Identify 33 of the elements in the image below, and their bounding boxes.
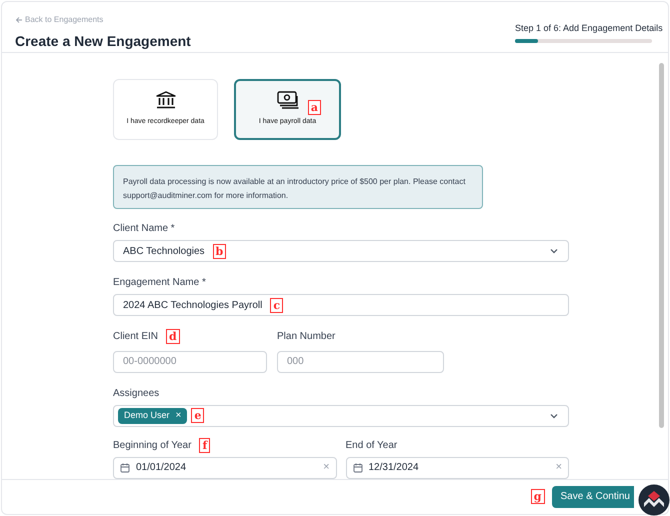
field-label: Client EIN	[113, 330, 158, 344]
field-label: Client Name *	[113, 222, 175, 236]
tag-remove-button[interactable]: ×	[176, 410, 182, 420]
banknote-icon	[276, 91, 298, 110]
tag-text: Demo User	[124, 408, 170, 422]
field-label: Beginning of Year	[113, 438, 192, 452]
callout-label: b	[212, 244, 226, 258]
engagement-name-field[interactable]: 2024 ABC Technologies Payroll c	[113, 294, 569, 316]
callout-label: e	[191, 408, 204, 423]
bank-icon	[156, 91, 176, 110]
field-label: Plan Number	[277, 330, 336, 344]
callout-label: g	[530, 489, 544, 504]
save-continue-button[interactable]: Save & Continu	[552, 486, 634, 508]
chevron-down-icon	[549, 246, 559, 256]
callout-label: d	[166, 329, 180, 344]
callout-label: a	[308, 100, 321, 115]
field-label: End of Year	[346, 438, 398, 452]
page-title: Create a New Engagement	[15, 32, 191, 51]
field-label: Assignees	[113, 386, 160, 400]
step-label: Step 1 of 6: Add Engagement Details	[515, 22, 663, 35]
calendar-icon	[352, 462, 362, 472]
date-field[interactable]: 01/01/2024 ×	[113, 456, 336, 478]
info-notice: Payroll data processing is now available at an introductory price of $500 per plan. Please contact support@auditminer.com for more information.	[113, 165, 483, 209]
callout-label: c	[270, 298, 284, 312]
calendar-icon	[120, 462, 130, 472]
client-select[interactable]: ABC Technologies b	[113, 240, 569, 262]
callout-label: f	[199, 438, 210, 452]
field-label: Engagement Name *	[113, 276, 206, 290]
plan-number-field[interactable]: 000	[277, 350, 444, 372]
date-field[interactable]: 12/31/2024 ×	[346, 456, 569, 478]
client-ein-field[interactable]: 00-0000000	[113, 350, 267, 372]
assignees-select[interactable]: Demo User × e	[113, 404, 569, 426]
arrow-left-icon	[15, 16, 23, 24]
